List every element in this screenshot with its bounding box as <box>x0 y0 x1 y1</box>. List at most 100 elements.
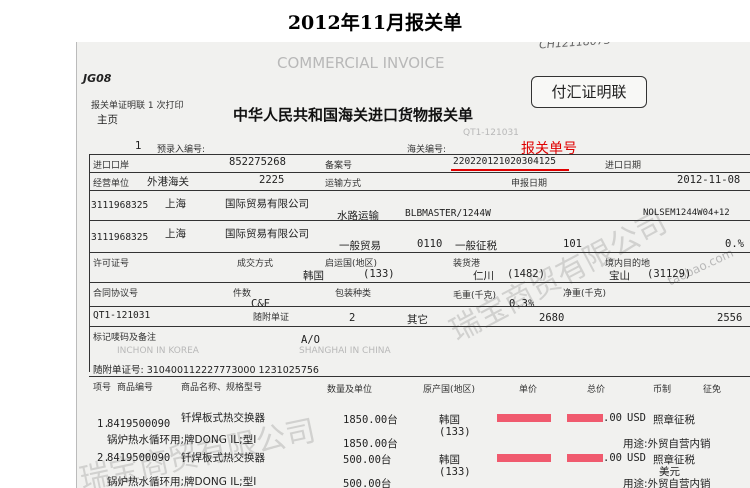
marks-value: A/O <box>301 334 320 346</box>
docs-label: 随附单证 <box>253 313 290 323</box>
contract-label: 合同协议号 <box>93 289 139 299</box>
port-load-code: (1482) <box>507 268 545 280</box>
goods-header-currency: 币制 <box>653 385 672 395</box>
port-load-value: 仁川 <box>473 270 494 282</box>
company-1-name: 国际贸易有限公司 <box>225 198 309 210</box>
pack-value: 2 <box>349 312 356 324</box>
table-left-border <box>89 154 90 372</box>
goods-2-qty2: 500.00台 <box>343 478 392 488</box>
contract-no: QT1-121031 <box>93 310 151 321</box>
goods-1-spec: 锅炉热水循环用;牌DONG IL;型I <box>107 434 257 446</box>
goods-header-price: 单价 <box>519 385 538 395</box>
goods-1-currency: USD <box>627 412 646 424</box>
declaration-no-annotation: 报关单号 <box>521 141 577 157</box>
goods-1-use: 用途:外贸自营内销 <box>623 438 711 450</box>
goods-1-levy: 照章征税 <box>653 414 695 426</box>
goods-header-code: 商品编号 <box>117 383 154 393</box>
declare-date-label: 申报日期 <box>511 179 548 189</box>
goods-2-total-redaction <box>567 454 603 462</box>
row-line-5 <box>89 282 750 283</box>
company-1-city: 上海 <box>165 198 186 210</box>
copy-line: 报关单证明联 1 次打印 <box>91 101 184 111</box>
goods-header-no: 项号 <box>93 383 112 393</box>
license-label: 许可证号 <box>93 259 130 269</box>
table-top-border <box>89 154 750 155</box>
levy-num: 101 <box>563 238 582 250</box>
main-page-label: 主页 <box>97 114 118 126</box>
goods-header-name: 商品名称、规格型号 <box>181 383 263 393</box>
deal-terms: C&F <box>251 298 270 310</box>
goods-2-amount-tail: .00 <box>603 452 622 464</box>
operator-label: 经营单位 <box>93 179 130 189</box>
ghost-korea: INCHON IN KOREA <box>117 346 199 356</box>
goods-1-qty2: 1850.00台 <box>343 438 398 450</box>
form-title: 中华人民共和国海关进口货物报关单 <box>233 106 474 124</box>
goods-2-code: 8419500090 <box>107 452 171 464</box>
declare-date: 2012-11-08 <box>677 174 741 186</box>
goods-1-code: 8419500090 <box>107 418 171 430</box>
net-value: 2556 <box>717 312 743 324</box>
row-line-6 <box>89 306 750 307</box>
annotation-underline <box>451 169 569 171</box>
port-value: 852275268 <box>229 156 286 168</box>
pack-label: 包装种类 <box>335 289 372 299</box>
goods-2-price-redaction <box>497 454 551 462</box>
page-title: 2012年11月报关单 <box>287 12 463 34</box>
customs-declaration-form: 瑞宝商贸有限公司 瑞宝商贸有限公司 taobao.com JG08 CH1211… <box>76 42 750 488</box>
operator-code-1: 3111968325 <box>91 200 149 211</box>
row-line-4 <box>89 252 750 253</box>
row-line-8 <box>89 376 750 377</box>
company-2-name: 国际贸易有限公司 <box>225 228 309 240</box>
insurance: 0.3% <box>509 298 535 310</box>
payment-certificate-stamp: 付汇证明联 <box>531 76 647 108</box>
handwritten-number: CH12118073 <box>538 42 612 52</box>
row-line-2 <box>89 190 750 191</box>
origin-value: 韩国 <box>303 270 324 282</box>
goods-2-country: 韩国 <box>439 454 460 466</box>
goods-2-use: 用途:外贸自营内销 <box>623 478 711 488</box>
deal-mode-label: 成交方式 <box>237 259 274 269</box>
goods-2-currency: USD <box>627 452 646 464</box>
goods-2-name: 钎焊板式热交换器 <box>181 452 265 464</box>
customs-office: 外港海关 <box>147 176 189 188</box>
dest-code: (31129) <box>647 268 692 280</box>
goods-2-qty: 500.00台 <box>343 454 392 466</box>
row-line-1 <box>89 172 750 173</box>
levy-value: 一般征税 <box>455 240 497 252</box>
net-label: 净重(千克) <box>563 289 607 299</box>
port-label: 进口口岸 <box>93 161 130 171</box>
docs-no: 随附单证号: 310400112227773000 1231025756 <box>93 365 319 376</box>
row-line-7 <box>89 326 750 327</box>
marks-label: 标记唛码及备注 <box>93 333 157 343</box>
bill-value: NOLSEM1244W04+12 <box>643 208 730 218</box>
record-no-label: 备案号 <box>325 161 353 171</box>
goods-1-amount-tail: .00 <box>603 412 622 424</box>
ghost-commercial-invoice: COMMERCIAL INVOICE <box>277 54 445 72</box>
gross-label: 毛重(千克) <box>453 291 497 301</box>
goods-1-country: 韩国 <box>439 414 460 426</box>
goods-2-spec: 锅炉热水循环用;牌DONG IL;型I <box>107 476 257 488</box>
form-code: JG08 <box>83 72 112 85</box>
trade-mode: 一般贸易 <box>339 240 381 252</box>
transport-label: 运输方式 <box>325 179 362 189</box>
goods-header-country: 原产国(地区) <box>423 385 476 395</box>
goods-header-qty: 数量及单位 <box>327 385 373 395</box>
goods-1-qty: 1850.00台 <box>343 414 398 426</box>
operator-code-2: 3111968325 <box>91 232 149 243</box>
goods-1-total-redaction <box>567 414 603 422</box>
company-2-city: 上海 <box>165 228 186 240</box>
percent-value: 0.% <box>725 238 744 250</box>
goods-1-country-code: (133) <box>439 426 471 438</box>
goods-1-name: 钎焊板式热交换器 <box>181 412 265 424</box>
row-line-3 <box>89 220 750 221</box>
dest-value: 宝山 <box>609 270 630 282</box>
goods-header-levy: 征免 <box>703 385 722 395</box>
vessel-value: BLBMASTER/1244W <box>405 208 491 219</box>
pack-type: 其它 <box>407 314 428 326</box>
customs-no-value: 220220121020304125 <box>453 156 556 167</box>
pieces-label: 件数 <box>233 289 252 299</box>
goods-1-price-redaction <box>497 414 551 422</box>
gross-value: 2680 <box>539 312 565 324</box>
import-date-label: 进口日期 <box>605 161 642 171</box>
origin-code: (133) <box>363 268 395 280</box>
